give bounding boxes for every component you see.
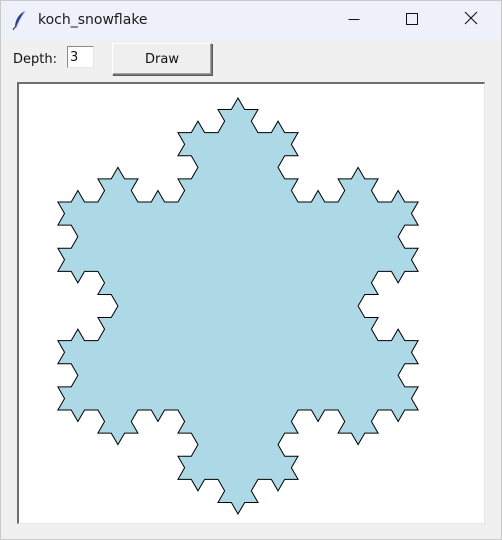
title-bar[interactable]: koch_snowflake — [1, 1, 501, 40]
close-button[interactable] — [448, 1, 494, 40]
maximize-icon — [406, 12, 418, 30]
app-window: koch_snowflake Depth: Draw — [0, 0, 502, 540]
koch-snowflake-shape — [57, 96, 419, 516]
toolbar: Depth: Draw — [1, 40, 501, 80]
depth-input[interactable] — [67, 46, 94, 68]
minimize-button[interactable] — [331, 1, 377, 40]
close-icon — [464, 11, 478, 30]
drawing-canvas[interactable] — [17, 82, 485, 524]
snowflake-drawing — [57, 96, 419, 516]
window-title: koch_snowflake — [38, 12, 148, 28]
maximize-button[interactable] — [389, 1, 435, 40]
feather-icon — [12, 10, 28, 31]
depth-label: Depth: — [13, 52, 57, 67]
draw-button[interactable]: Draw — [112, 43, 212, 75]
minimize-icon — [348, 12, 360, 30]
